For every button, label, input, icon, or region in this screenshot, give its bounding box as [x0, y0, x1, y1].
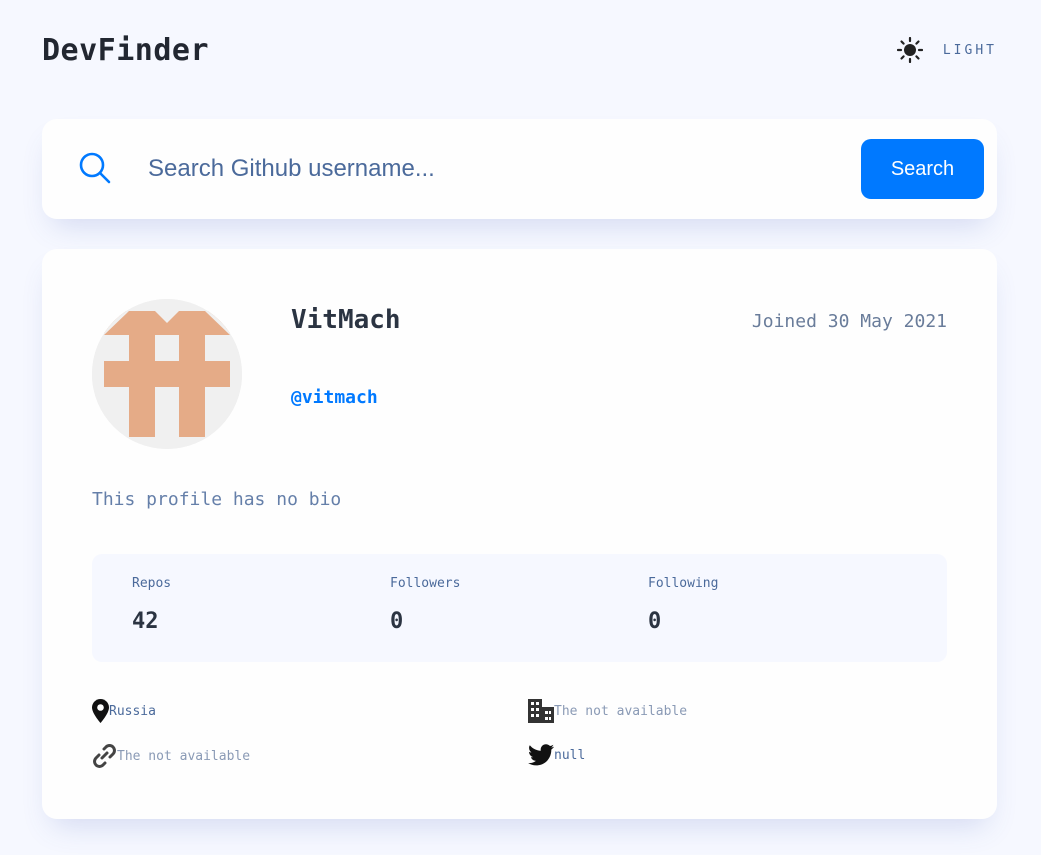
search-bar: Search — [42, 119, 997, 219]
search-input[interactable] — [148, 147, 838, 191]
search-button[interactable]: Search — [861, 139, 984, 199]
user-bio: This profile has no bio — [92, 489, 342, 510]
stat-value: 42 — [132, 609, 159, 634]
info-blog[interactable]: The not available — [92, 744, 250, 768]
user-name: VitMach — [291, 305, 401, 335]
company-text: The not available — [554, 703, 688, 719]
link-icon — [93, 744, 116, 768]
app-header: DevFinder LIGHT — [42, 28, 997, 72]
blog-link-text[interactable]: The not available — [117, 749, 250, 764]
stat-value: 0 — [390, 609, 404, 634]
stat-label: Following — [648, 576, 719, 591]
profile-card: VitMach Joined 30 May 2021 @vitmach This… — [42, 249, 997, 819]
avatar — [92, 299, 242, 449]
info-twitter[interactable]: null — [528, 744, 585, 766]
stat-label: Followers — [390, 576, 461, 591]
stat-label: Repos — [132, 576, 172, 591]
app-logo: DevFinder — [42, 32, 210, 68]
stat-following: Following 0 — [648, 576, 718, 634]
search-icon — [79, 152, 111, 184]
twitter-handle-text[interactable]: null — [554, 748, 585, 763]
stat-value: 0 — [648, 609, 662, 634]
user-login-link[interactable]: @vitmach — [291, 387, 378, 408]
company-building-icon — [528, 699, 554, 723]
theme-toggle-button[interactable]: LIGHT — [896, 37, 997, 63]
theme-toggle-label: LIGHT — [942, 42, 997, 58]
info-location: Russia — [92, 699, 156, 723]
join-date: Joined 30 May 2021 — [751, 311, 947, 332]
location-text: Russia — [109, 703, 156, 719]
twitter-icon — [528, 744, 554, 766]
sun-icon — [896, 37, 923, 63]
info-company: The not available — [528, 699, 687, 723]
stats-panel: Repos 42 Followers 0 Following 0 — [92, 554, 947, 662]
stat-followers: Followers 0 — [390, 576, 460, 634]
stat-repos: Repos 42 — [132, 576, 171, 634]
avatar-identicon — [92, 299, 242, 449]
location-pin-icon — [92, 699, 109, 723]
